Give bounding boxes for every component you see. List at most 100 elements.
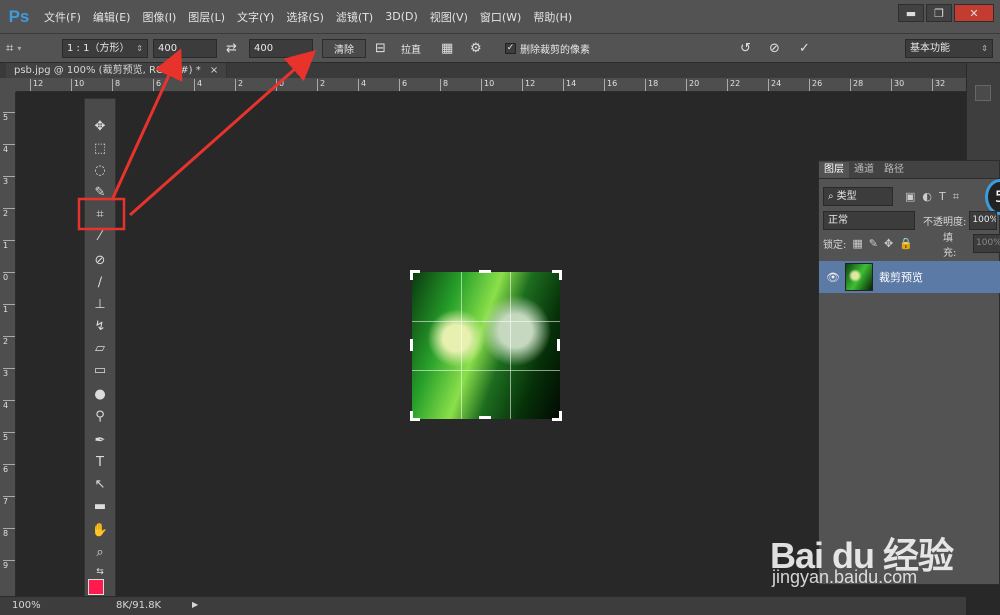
menu-filter[interactable]: 滤镜(T) [330,9,379,25]
zoom-level[interactable]: 100% [12,600,41,611]
ruler-tick-label: 2 [3,208,15,218]
clear-button[interactable]: 清除 [322,39,366,58]
width-field[interactable]: 400 [153,39,217,58]
menu-window[interactable]: 窗口(W) [474,9,527,25]
badge-circle: 5 [985,179,1000,215]
menu-3d[interactable]: 3D(D) [379,10,424,23]
panel-icon[interactable] [975,85,991,101]
straighten-label[interactable]: 拉直 [401,39,421,58]
lasso-tool-icon[interactable]: ◌ [85,159,115,181]
eye-visibility-icon[interactable]: 👁 [826,271,840,284]
tab-paths[interactable]: 路径 [879,162,909,178]
marquee-tool-icon[interactable]: ⬚ [85,137,115,159]
zoom-tool-icon[interactable]: ⌕ [85,541,115,563]
move-tool-icon[interactable]: ✥ [85,115,115,137]
status-menu-arrow-icon[interactable]: ▶ [192,600,198,609]
workspace-select[interactable]: 基本功能 ⇕ [905,39,993,58]
ruler-tick-label: 2 [3,336,15,346]
horizontal-ruler[interactable]: 12 10 8 6 4 2 0 2 4 6 8 10 12 14 16 18 20 22 24 26 28 30 32 [16,78,966,92]
close-button[interactable]: ✕ [954,4,994,22]
blur-tool-icon[interactable]: ● [85,383,115,405]
swap-dimensions-icon[interactable]: ⇄ [226,39,237,58]
restore-button[interactable]: ❐ [926,4,952,22]
menu-help[interactable]: 帮助(H) [527,9,578,25]
ruler-tick-label: 12 [522,79,535,91]
crop-grid-line [510,272,511,419]
gradient-tool-icon[interactable]: ▭ [85,359,115,381]
ruler-tick-label: 6 [153,79,161,91]
crop-handle-top[interactable] [479,270,491,273]
crop-handle-bottom[interactable] [479,416,491,419]
path-selection-tool-icon[interactable]: ↖ [85,473,115,495]
height-field[interactable]: 400 [249,39,313,58]
menu-image[interactable]: 图像(I) [136,9,182,25]
gear-icon[interactable]: ⚙ [470,39,482,58]
menu-select[interactable]: 选择(S) [280,9,330,25]
menu-bar: Ps 文件(F) 编辑(E) 图像(I) 图层(L) 文字(Y) 选择(S) 滤… [0,0,1000,33]
filter-kind-value: 类型 [836,191,857,202]
menu-layer[interactable]: 图层(L) [182,9,231,25]
quick-selection-tool-icon[interactable]: ✎ [85,181,115,203]
search-icon: ⌕ [828,191,834,202]
lock-icons[interactable]: ▦✎✥🔒 [852,237,919,250]
eyedropper-tool-icon[interactable]: ⁄ [85,225,115,247]
crop-handle-bottom-left[interactable] [410,411,420,421]
eraser-tool-icon[interactable]: ▱ [85,337,115,359]
menu-file[interactable]: 文件(F) [38,9,87,25]
blend-mode-select[interactable]: 正常 [823,211,915,230]
dodge-tool-icon[interactable]: ⚲ [85,405,115,427]
lock-row: 锁定: ▦✎✥🔒 填充: 100% [823,233,1000,259]
healing-brush-tool-icon[interactable]: ⊘ [85,249,115,271]
delete-cropped-checkbox[interactable]: ✓ 删除裁剪的像素 [505,39,590,58]
cancel-icon[interactable]: ⊘ [769,39,780,58]
filter-kind-select[interactable]: ⌕ 类型 [823,187,893,206]
commit-check-icon[interactable]: ✓ [799,39,810,58]
rectangle-tool-icon[interactable]: ▬ [85,495,115,517]
vertical-ruler[interactable]: 5 4 3 2 1 0 1 2 3 4 5 6 7 8 9 [0,92,16,596]
filter-icons[interactable]: ▣◐T⌗ [905,190,966,204]
ratio-select[interactable]: 1 : 1（方形） ⇕ [62,39,148,58]
menu-view[interactable]: 视图(V) [424,9,474,25]
clone-stamp-tool-icon[interactable]: ⊥ [85,293,115,315]
photoshop-logo: Ps [8,6,30,26]
layer-row[interactable]: 👁 裁剪预览 [819,261,1000,293]
reset-icon[interactable]: ↺ [740,39,751,58]
crop-grid-line [412,370,560,371]
ruler-tick-label: 16 [604,79,617,91]
layer-thumbnail [845,263,873,291]
foreground-color-swatch[interactable] [88,579,104,595]
ruler-tick-label: 26 [809,79,822,91]
ruler-tick-label: 5 [3,432,15,442]
crop-handle-bottom-right[interactable] [552,411,562,421]
crop-handle-right[interactable] [557,339,560,351]
pen-tool-icon[interactable]: ✒ [85,429,115,451]
ruler-tick-label: 1 [3,240,15,250]
opacity-field[interactable]: 100% [969,211,998,230]
swap-colors-icon[interactable]: ⇆ [85,565,115,579]
menu-edit[interactable]: 编辑(E) [87,9,137,25]
brush-tool-icon[interactable]: ∕ [85,271,115,293]
updown-arrow-icon: ⇕ [136,44,143,53]
document-tab[interactable]: psb.jpg @ 100% (裁剪预览, RGB/8#) * × [6,63,228,78]
crop-handle-top-right[interactable] [552,270,562,280]
tab-channels[interactable]: 通道 [849,162,879,178]
straighten-icon[interactable]: ⊟ [375,39,386,58]
fill-field[interactable]: 100% [973,234,1000,253]
minimize-button[interactable]: ▬ [898,4,924,22]
hand-tool-icon[interactable]: ✋ [85,519,115,541]
menu-type[interactable]: 文字(Y) [231,9,280,25]
crop-handle-top-left[interactable] [410,270,420,280]
history-brush-tool-icon[interactable]: ↯ [85,315,115,337]
crop-preview-image[interactable] [412,272,560,419]
tool-preset-picker[interactable]: ⌗ ▾ [6,39,21,58]
close-tab-icon[interactable]: × [210,65,218,76]
crop-handle-left[interactable] [410,339,413,351]
document-size: 8K/91.8K [116,600,162,611]
tab-layers[interactable]: 图层 [819,162,849,178]
ruler-origin[interactable] [0,78,16,92]
overlay-grid-icon[interactable]: ▦ [441,39,453,58]
crop-tool-icon[interactable]: ⌗ [85,203,115,225]
ruler-tick-label: 10 [71,79,84,91]
layer-name[interactable]: 裁剪预览 [879,269,923,285]
type-tool-icon[interactable]: T [85,451,115,473]
